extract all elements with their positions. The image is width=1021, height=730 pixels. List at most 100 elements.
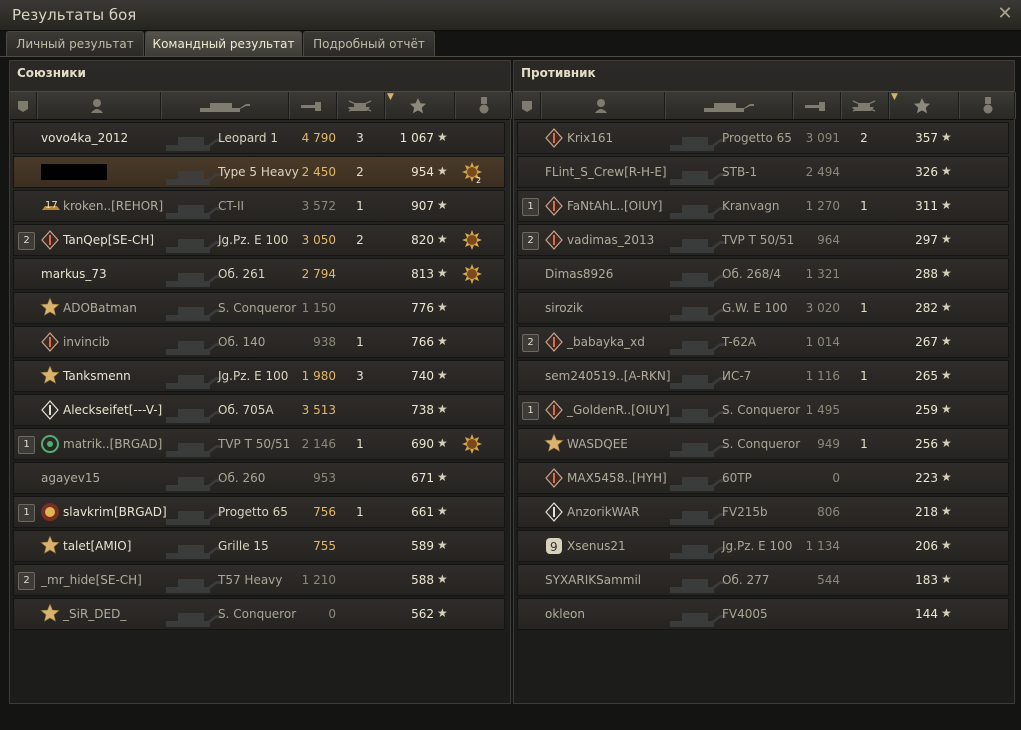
player-row[interactable]: Type 5 Heavy 2 450 2 954 ★ 2 — [13, 156, 505, 188]
player-row[interactable]: Aleckseifet[---V-] Об. 705А 3 513 738 ★ — [13, 394, 505, 426]
xp-value: 562 — [411, 607, 434, 621]
player-row[interactable]: Krix161 Progetto 65 3 091 2 357 ★ — [517, 122, 1009, 154]
diamond-icon — [40, 230, 60, 250]
xp-star-icon: ★ — [941, 300, 952, 314]
rank-column-icon[interactable] — [514, 92, 541, 119]
player-row[interactable]: Tanksmenn Jg.Pz. E 100 1 980 3 740 ★ — [13, 360, 505, 392]
tank-icon — [668, 567, 728, 595]
damage-value: 964 — [817, 233, 840, 247]
kills-column-icon[interactable] — [336, 92, 385, 119]
player-row[interactable]: _SiR_DED_ S. Conqueror 0 562 ★ — [13, 598, 505, 630]
player-row[interactable]: FLint_S_Crew[R-H-E] STB-1 2 494 326 ★ — [517, 156, 1009, 188]
rank-column-icon[interactable] — [10, 92, 37, 119]
diamond-white-icon — [40, 400, 60, 420]
player-name: Krix161 — [567, 131, 614, 145]
damage-column-icon[interactable] — [792, 92, 841, 119]
player-row[interactable]: 1 matrik..[BRGAD] TVP T 50/51 2 146 1 690 ★ — [13, 428, 505, 460]
tank-column-icon[interactable] — [664, 92, 793, 119]
close-icon[interactable]: ✕ — [995, 4, 1015, 24]
tank-column-icon[interactable] — [160, 92, 289, 119]
kills-column-icon[interactable] — [840, 92, 889, 119]
platoon-rank-icon: 2 — [522, 232, 539, 250]
damage-value: 1 150 — [301, 301, 336, 315]
enemies-title: Противник — [521, 66, 596, 80]
player-column-icon[interactable] — [540, 92, 665, 119]
tank-name: ИС-7 — [722, 369, 752, 383]
player-row[interactable]: MAX5458..[HYH] 60TP 0 223 ★ — [517, 462, 1009, 494]
medal-column-icon[interactable] — [958, 92, 1015, 119]
player-row[interactable]: 2 vadimas_2013 TVP T 50/51 964 297 ★ — [517, 224, 1009, 256]
xp-value: 183 — [915, 573, 938, 587]
platoon-rank-icon: 2 — [522, 334, 539, 352]
xp-star-icon: ★ — [437, 402, 448, 416]
sun-medal-icon[interactable] — [460, 230, 484, 252]
tab-personal-result[interactable]: Личный результат — [6, 31, 144, 57]
player-row[interactable]: ADOBatman S. Conqueror 1 150 776 ★ — [13, 292, 505, 324]
player-row[interactable]: agayev15 Об. 260 953 671 ★ — [13, 462, 505, 494]
player-row[interactable]: AnzorikWAR FV215b 806 218 ★ — [517, 496, 1009, 528]
kills-value: 1 — [860, 199, 868, 213]
tank-name: Jg.Pz. E 100 — [218, 369, 289, 383]
star-gold-icon — [40, 365, 60, 386]
player-name: _SiR_DED_ — [63, 607, 127, 621]
player-row[interactable]: 2 _babayka_xd T-62A 1 014 267 ★ — [517, 326, 1009, 358]
player-row[interactable]: Dimas8926 Об. 268/4 1 321 288 ★ — [517, 258, 1009, 290]
player-row[interactable]: markus_73 Об. 261 2 794 813 ★ — [13, 258, 505, 290]
star-column-icon[interactable]: ▼ — [888, 92, 959, 119]
xp-star-icon: ★ — [941, 266, 952, 280]
player-row[interactable]: 9 Xsenus21 Jg.Pz. E 100 1 134 206 ★ — [517, 530, 1009, 562]
medal-column-icon[interactable] — [454, 92, 511, 119]
tab-team-result[interactable]: Командный результат — [145, 31, 302, 57]
player-row[interactable]: okleon FV4005 144 ★ — [517, 598, 1009, 630]
xp-value: 776 — [411, 301, 434, 315]
player-name: slavkrim[BRGAD] — [63, 505, 167, 519]
tank-icon — [668, 295, 728, 323]
player-row[interactable]: sem240519..[A-RKN] ИС-7 1 116 1 265 ★ — [517, 360, 1009, 392]
xp-star-icon: ★ — [941, 538, 952, 552]
xp-value: 766 — [411, 335, 434, 349]
tank-name: Progetto 65 — [218, 505, 288, 519]
tank-icon — [668, 329, 728, 357]
damage-value: 1 134 — [805, 539, 840, 553]
sort-arrow-icon: ▼ — [891, 92, 898, 102]
player-row[interactable]: SYXARIKSammil Об. 277 544 183 ★ — [517, 564, 1009, 596]
player-row[interactable]: 2 TanQep[SE-CH] Jg.Pz. E 100 3 050 2 820 ★ — [13, 224, 505, 256]
tank-icon — [668, 363, 728, 391]
damage-value: 2 494 — [805, 165, 840, 179]
player-row[interactable]: 17 kroken..[REHOR] CT-II 3 572 1 907 ★ — [13, 190, 505, 222]
xp-value: 218 — [915, 505, 938, 519]
tank-icon — [668, 601, 728, 629]
player-row[interactable]: invincib Об. 140 938 1 766 ★ — [13, 326, 505, 358]
player-row[interactable]: 1 _GoldenR..[OIUY] S. Conqueror 1 495 259 ★ — [517, 394, 1009, 426]
player-row[interactable]: 2 _mr_hide[SE-CH] T57 Heavy 1 210 588 ★ — [13, 564, 505, 596]
tank-name: Об. 705А — [218, 403, 274, 417]
tank-name: FV4005 — [722, 607, 768, 621]
damage-value: 544 — [817, 573, 840, 587]
player-column-icon[interactable] — [36, 92, 161, 119]
xp-value: 267 — [915, 335, 938, 349]
player-name: Tanksmenn — [63, 369, 131, 383]
tank-icon — [668, 261, 728, 289]
player-row[interactable]: talet[AMIO] Grille 15 755 589 ★ — [13, 530, 505, 562]
xp-star-icon: ★ — [941, 232, 952, 246]
kills-value: 3 — [356, 131, 364, 145]
xp-value: 738 — [411, 403, 434, 417]
player-row[interactable]: 1 slavkrim[BRGAD] Progetto 65 756 1 661 ★ — [13, 496, 505, 528]
player-row[interactable]: WASDQEE S. Conqueror 949 1 256 ★ — [517, 428, 1009, 460]
diamond-icon — [544, 468, 564, 488]
sun-medal-icon[interactable] — [460, 434, 484, 456]
xp-value: 1 067 — [399, 131, 434, 145]
player-row[interactable]: vovo4ka_2012 Leopard 1 4 790 3 1 067 ★ — [13, 122, 505, 154]
damage-column-icon[interactable] — [288, 92, 337, 119]
player-row[interactable]: 1 FaNtAhL..[OIUY] Kranvagn 1 270 1 311 ★ — [517, 190, 1009, 222]
diamond-icon — [544, 196, 564, 216]
player-row[interactable]: sirozik G.W. E 100 3 020 1 282 ★ — [517, 292, 1009, 324]
star-column-icon[interactable]: ▼ — [384, 92, 455, 119]
damage-value: 1 495 — [805, 403, 840, 417]
player-name: Aleckseifet[---V-] — [63, 403, 163, 417]
kills-value: 1 — [356, 505, 364, 519]
sun-medal-icon[interactable] — [460, 264, 484, 286]
tab-detailed-report[interactable]: Подробный отчёт — [303, 31, 435, 57]
xp-star-icon: ★ — [437, 538, 448, 552]
sun-medal-2-icon[interactable]: 2 — [460, 162, 484, 185]
